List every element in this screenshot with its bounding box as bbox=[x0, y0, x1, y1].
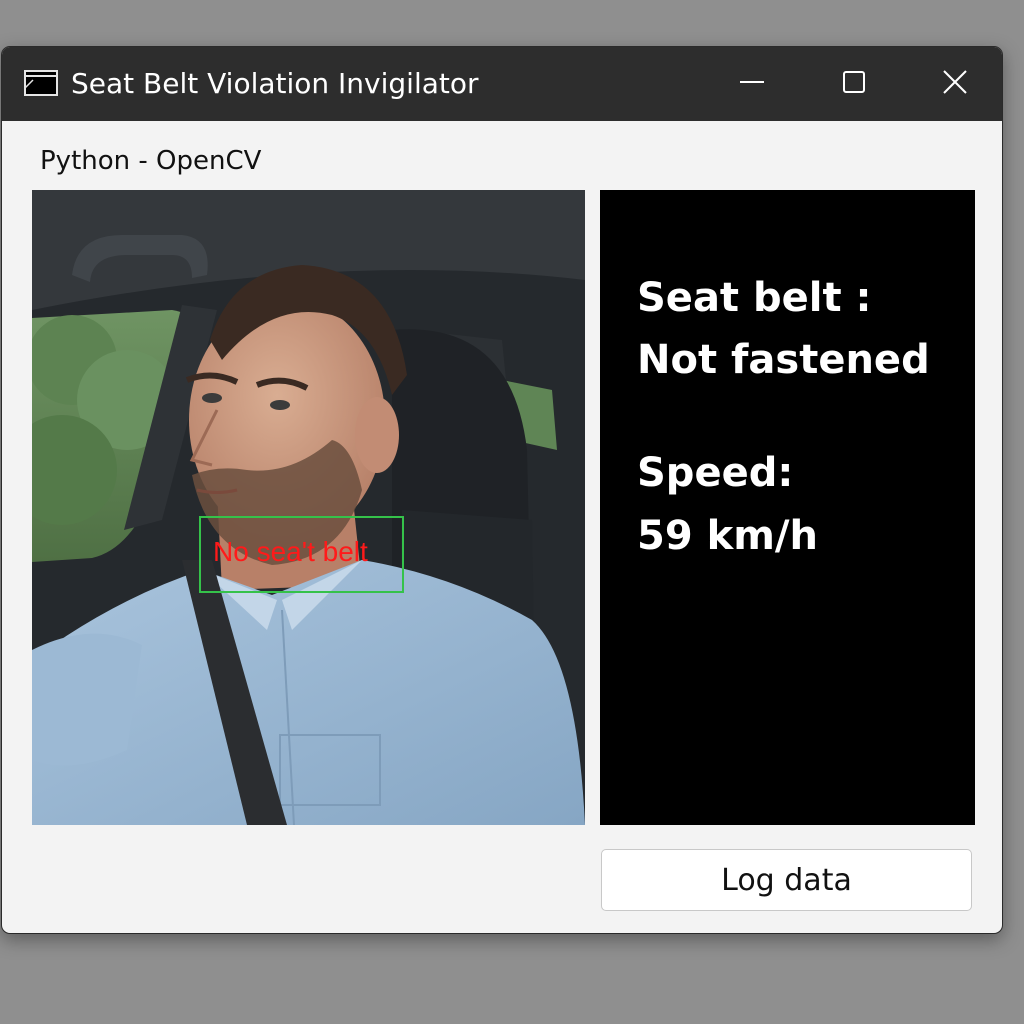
close-icon bbox=[942, 69, 968, 99]
status-panel: Seat belt : Not fastened Speed: 59 km/h bbox=[600, 190, 975, 825]
subtitle-label: Python - OpenCV bbox=[40, 146, 262, 176]
title-bar[interactable]: Seat Belt Violation Invigilator bbox=[2, 47, 1002, 121]
seatbelt-status-value: Not fastened bbox=[637, 337, 930, 383]
minimize-button[interactable] bbox=[724, 59, 780, 109]
window-app-icon bbox=[24, 70, 58, 96]
detection-label: No sea't belt bbox=[213, 536, 368, 567]
minimize-icon bbox=[739, 69, 765, 99]
camera-feed: No sea't belt bbox=[32, 190, 585, 825]
driver-image bbox=[32, 190, 585, 825]
app-window: Seat Belt Violation Invigilator Python -… bbox=[1, 46, 1003, 934]
seatbelt-label: Seat belt : bbox=[637, 275, 872, 321]
close-button[interactable] bbox=[927, 59, 983, 109]
maximize-icon bbox=[841, 69, 867, 99]
maximize-button[interactable] bbox=[826, 59, 882, 109]
speed-value: 59 km/h bbox=[637, 513, 818, 559]
window-title: Seat Belt Violation Invigilator bbox=[71, 67, 479, 100]
log-data-button[interactable]: Log data bbox=[601, 849, 972, 911]
speed-label: Speed: bbox=[637, 450, 794, 496]
